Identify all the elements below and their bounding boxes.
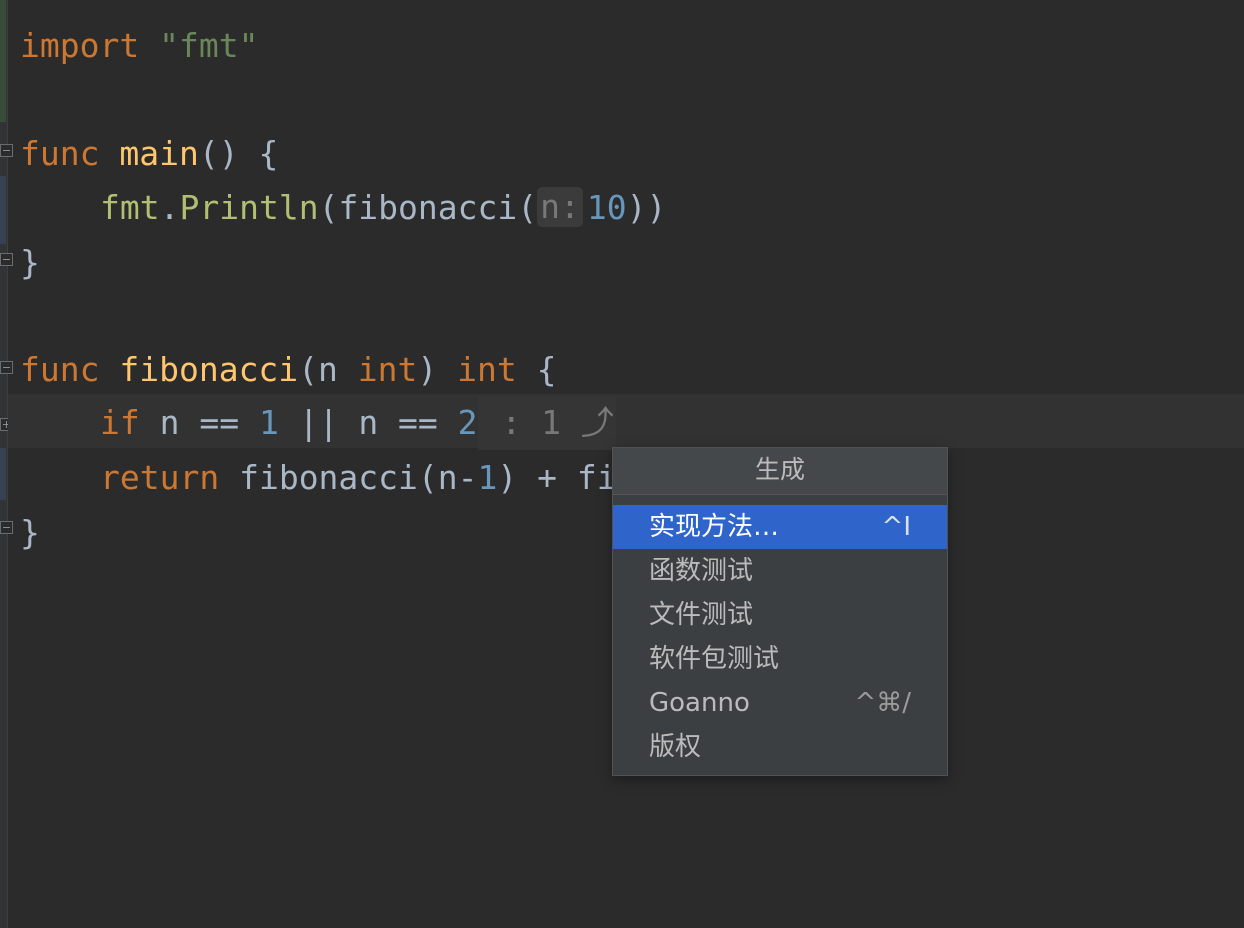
menu-item-implement-methods[interactable]: 实现方法… ^I — [613, 505, 947, 549]
code-line-if[interactable]: if n == 1 || n == 2 : 1 ⤴ — [100, 396, 616, 450]
menu-item-label: 版权 — [649, 732, 702, 762]
number-literal: 1 — [258, 403, 279, 442]
menu-item-label: 软件包测试 — [649, 644, 780, 674]
menu-item-label: 函数测试 — [649, 556, 754, 586]
code-punctuation: } — [20, 513, 40, 552]
keyword-func: func — [20, 134, 100, 173]
function-name: main — [119, 134, 199, 173]
vcs-change-marker[interactable] — [0, 176, 6, 244]
keyword-return: return — [100, 458, 220, 497]
code-punctuation: ) — [417, 350, 458, 389]
code-punctuation: (n — [298, 350, 358, 389]
type-int: int — [357, 350, 418, 389]
keyword-import: import — [20, 26, 140, 65]
fold-marker-icon[interactable] — [0, 144, 13, 157]
code-line-close-brace[interactable]: } — [20, 236, 40, 290]
code-line-return[interactable]: return fibonacci(n-1) + fi — [100, 451, 617, 505]
fold-marker-icon[interactable] — [0, 521, 13, 534]
code-line-func-fibonacci[interactable]: func fibonacci(n int) int { — [20, 343, 557, 397]
folded-inlay-hint[interactable]: : 1 ⤴ — [477, 396, 616, 450]
popup-menu-list: 实现方法… ^I 函数测试 文件测试 软件包测试 Goanno ^⌘/ 版权 — [613, 505, 947, 769]
keyword-if: if — [100, 403, 140, 442]
string-literal: "fmt" — [159, 26, 259, 65]
code-punctuation: . — [159, 188, 180, 227]
number-literal: 2 — [457, 403, 478, 442]
function-call: fibonacci — [338, 188, 518, 227]
code-expression: || n == — [278, 403, 458, 442]
code-line-println[interactable]: fmt.Println(fibonacci(n: 10)) — [100, 181, 666, 235]
menu-item-label: Goanno — [649, 688, 750, 718]
code-expression: ) + fi — [497, 458, 617, 497]
menu-item-package-test[interactable]: 软件包测试 — [613, 637, 947, 681]
menu-item-goanno[interactable]: Goanno ^⌘/ — [613, 681, 947, 725]
code-punctuation: () { — [198, 134, 279, 173]
code-punctuation: { — [516, 350, 557, 389]
code-expression: n == — [139, 403, 259, 442]
function-name: fibonacci — [119, 350, 299, 389]
number-literal: 1 — [477, 458, 498, 497]
menu-item-shortcut: ^I — [881, 512, 911, 542]
code-line-close-brace[interactable]: } — [20, 506, 40, 560]
function-call: Println — [179, 188, 319, 227]
package-name: fmt — [100, 188, 160, 227]
keyword-func: func — [20, 350, 100, 389]
gutter-divider — [7, 0, 8, 928]
code-line-func-main[interactable]: func main() { — [20, 127, 278, 181]
fold-marker-icon[interactable] — [0, 253, 13, 266]
menu-item-label: 文件测试 — [649, 600, 754, 630]
vcs-change-marker[interactable] — [0, 0, 6, 122]
code-punctuation: } — [20, 243, 40, 282]
popup-title: 生成 — [613, 448, 947, 495]
code-punctuation: ( — [318, 188, 339, 227]
parameter-hint: n: — [537, 186, 583, 227]
menu-item-file-test[interactable]: 文件测试 — [613, 593, 947, 637]
menu-item-label: 实现方法… — [649, 512, 780, 542]
menu-item-shortcut: ^⌘/ — [854, 688, 911, 718]
menu-item-function-test[interactable]: 函数测试 — [613, 549, 947, 593]
number-literal: 10 — [586, 188, 627, 227]
code-punctuation: ( — [517, 188, 538, 227]
code-line-import[interactable]: import "fmt" — [20, 19, 258, 73]
code-punctuation: )) — [626, 188, 667, 227]
menu-item-copyright[interactable]: 版权 — [613, 725, 947, 769]
generate-popup: 生成 实现方法… ^I 函数测试 文件测试 软件包测试 Goanno ^⌘/ 版… — [612, 447, 948, 776]
code-expression: fibonacci(n- — [219, 458, 478, 497]
fold-marker-icon[interactable] — [0, 361, 13, 374]
type-int: int — [457, 350, 517, 389]
vcs-change-marker[interactable] — [0, 448, 6, 500]
